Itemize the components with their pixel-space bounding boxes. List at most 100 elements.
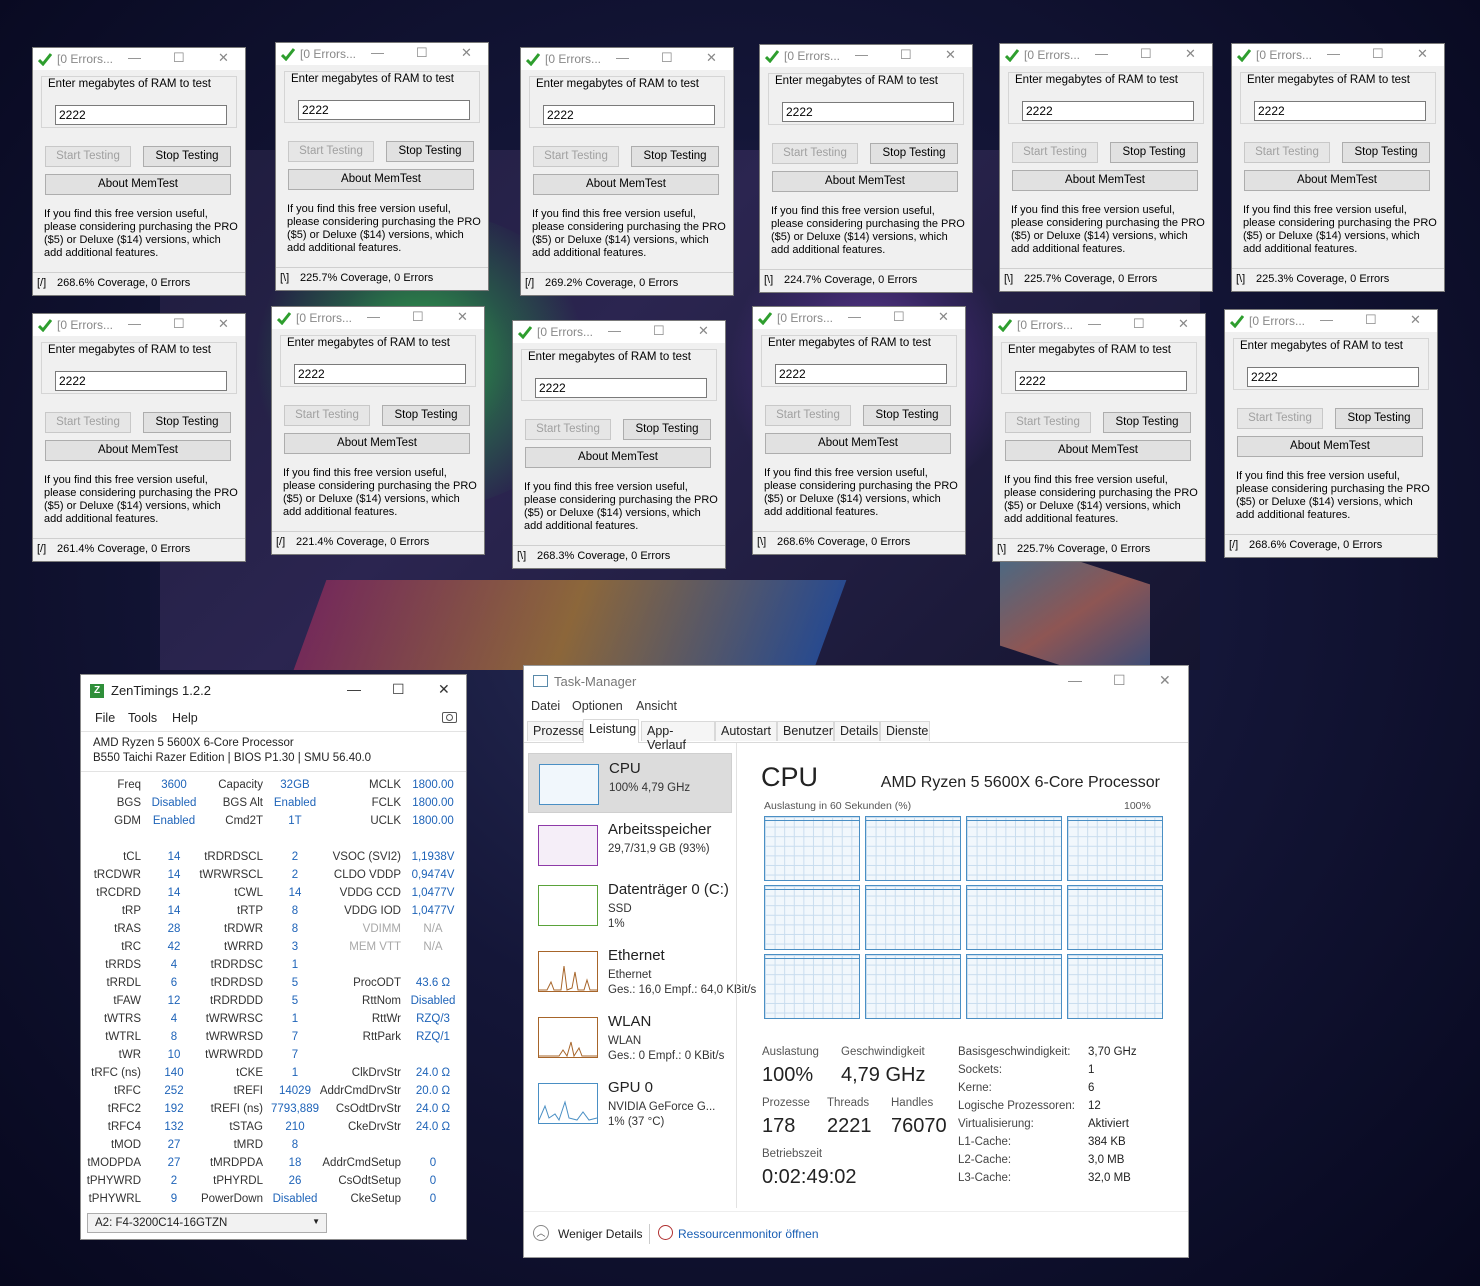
about-memtest-button[interactable]: About MemTest — [1237, 436, 1423, 457]
memtest-window[interactable]: [0 Errors... — ☐ ✕ Enter megabytes of RA… — [271, 306, 485, 555]
memtest-window[interactable]: [0 Errors... — ☐ ✕ Enter megabytes of RA… — [752, 306, 966, 555]
tab-dienste[interactable]: Dienste — [880, 721, 930, 741]
about-memtest-button[interactable]: About MemTest — [765, 433, 951, 454]
title-bar[interactable]: [0 Errors... — ☐ ✕ — [276, 43, 488, 65]
tab-autostart[interactable]: Autostart — [715, 721, 777, 741]
maximize-icon[interactable]: ☐ — [900, 47, 912, 63]
maximize-icon[interactable]: ☐ — [661, 50, 673, 66]
title-bar[interactable]: [0 Errors... — ☐ ✕ — [272, 307, 484, 329]
maximize-icon[interactable]: ☐ — [893, 309, 905, 325]
memtest-window[interactable]: [0 Errors... — ☐ ✕ Enter megabytes of RA… — [759, 44, 973, 293]
menu-help[interactable]: Help — [172, 711, 198, 725]
memtest-window[interactable]: [0 Errors... — ☐ ✕ Enter megabytes of RA… — [512, 320, 726, 569]
start-testing-button[interactable]: Start Testing — [284, 405, 370, 426]
sidebar-item-ethernet[interactable]: Ethernet Ethernet Ges.: 16,0 Empf.: 64,0… — [528, 941, 756, 1001]
ram-input[interactable]: 2222 — [1015, 371, 1187, 391]
start-testing-button[interactable]: Start Testing — [1244, 142, 1330, 163]
ram-input[interactable]: 2222 — [55, 371, 227, 391]
about-memtest-button[interactable]: About MemTest — [284, 433, 470, 454]
menu-optionen[interactable]: Optionen — [572, 699, 623, 713]
close-icon[interactable]: ✕ — [706, 50, 717, 66]
title-bar[interactable]: [0 Errors... — ☐ ✕ — [33, 48, 245, 70]
maximize-icon[interactable]: ☐ — [173, 50, 185, 66]
zentimings-window[interactable]: Z ZenTimings 1.2.2 — ☐ ✕ File Tools Help… — [80, 674, 467, 1240]
title-bar[interactable]: [0 Errors... — ☐ ✕ — [1225, 310, 1437, 332]
sidebar-item-memory[interactable]: Arbeitsspeicher 29,7/31,9 GB (93%) — [528, 815, 732, 875]
sidebar-item-wlan[interactable]: WLAN WLAN Ges.: 0 Empf.: 0 KBit/s — [528, 1007, 732, 1067]
minimize-icon[interactable]: — — [128, 50, 141, 65]
sidebar-item-cpu[interactable]: CPU 100% 4,79 GHz — [528, 753, 732, 813]
title-bar[interactable]: [0 Errors... — ☐ ✕ — [993, 314, 1205, 336]
maximize-icon[interactable]: ☐ — [173, 316, 185, 332]
minimize-icon[interactable]: — — [367, 309, 380, 324]
start-testing-button[interactable]: Start Testing — [525, 419, 611, 440]
minimize-icon[interactable]: — — [1095, 46, 1108, 61]
title-bar[interactable]: [0 Errors... — ☐ ✕ — [1000, 44, 1212, 66]
minimize-icon[interactable]: — — [848, 309, 861, 324]
minimize-icon[interactable]: — — [128, 316, 141, 331]
close-icon[interactable]: ✕ — [457, 309, 468, 325]
minimize-icon[interactable]: — — [347, 681, 361, 697]
stop-testing-button[interactable]: Stop Testing — [1335, 408, 1423, 429]
title-bar[interactable]: [0 Errors... — ☐ ✕ — [521, 48, 733, 70]
close-icon[interactable]: ✕ — [938, 309, 949, 325]
stop-testing-button[interactable]: Stop Testing — [1103, 412, 1191, 433]
about-memtest-button[interactable]: About MemTest — [45, 440, 231, 461]
close-icon[interactable]: ✕ — [461, 45, 472, 61]
close-icon[interactable]: ✕ — [438, 681, 450, 698]
close-icon[interactable]: ✕ — [698, 323, 709, 339]
minimize-icon[interactable]: — — [1327, 46, 1340, 61]
tab-details[interactable]: Details — [834, 721, 880, 741]
start-testing-button[interactable]: Start Testing — [765, 405, 851, 426]
start-testing-button[interactable]: Start Testing — [45, 146, 131, 167]
minimize-icon[interactable]: — — [608, 323, 621, 338]
ram-input[interactable]: 2222 — [543, 105, 715, 125]
about-memtest-button[interactable]: About MemTest — [288, 169, 474, 190]
dimm-select[interactable]: A2: F4-3200C14-16GTZN ▼ — [87, 1213, 327, 1233]
memtest-window[interactable]: [0 Errors... — ☐ ✕ Enter megabytes of RA… — [1224, 309, 1438, 558]
maximize-icon[interactable]: ☐ — [412, 309, 424, 325]
minimize-icon[interactable]: — — [855, 47, 868, 62]
minimize-icon[interactable]: — — [1068, 672, 1082, 688]
task-manager-window[interactable]: Task-Manager — ☐ ✕ Datei Optionen Ansich… — [523, 665, 1189, 1258]
ram-input[interactable]: 2222 — [1247, 367, 1419, 387]
ram-input[interactable]: 2222 — [55, 105, 227, 125]
close-icon[interactable]: ✕ — [218, 50, 229, 66]
start-testing-button[interactable]: Start Testing — [772, 143, 858, 164]
stop-testing-button[interactable]: Stop Testing — [143, 412, 231, 433]
stop-testing-button[interactable]: Stop Testing — [870, 143, 958, 164]
close-icon[interactable]: ✕ — [1185, 46, 1196, 62]
memtest-window[interactable]: [0 Errors... — ☐ ✕ Enter megabytes of RA… — [275, 42, 489, 291]
stop-testing-button[interactable]: Stop Testing — [1342, 142, 1430, 163]
about-memtest-button[interactable]: About MemTest — [772, 171, 958, 192]
close-icon[interactable]: ✕ — [218, 316, 229, 332]
ram-input[interactable]: 2222 — [775, 364, 947, 384]
minimize-icon[interactable]: — — [616, 50, 629, 65]
tab-leistung[interactable]: Leistung — [583, 719, 639, 743]
about-memtest-button[interactable]: About MemTest — [533, 174, 719, 195]
menu-tools[interactable]: Tools — [128, 711, 157, 725]
close-icon[interactable]: ✕ — [1178, 316, 1189, 332]
maximize-icon[interactable]: ☐ — [653, 323, 665, 339]
menu-datei[interactable]: Datei — [531, 699, 560, 713]
maximize-icon[interactable]: ☐ — [1140, 46, 1152, 62]
stop-testing-button[interactable]: Stop Testing — [143, 146, 231, 167]
memtest-window[interactable]: [0 Errors... — ☐ ✕ Enter megabytes of RA… — [520, 47, 734, 296]
menu-ansicht[interactable]: Ansicht — [636, 699, 677, 713]
start-testing-button[interactable]: Start Testing — [45, 412, 131, 433]
start-testing-button[interactable]: Start Testing — [288, 141, 374, 162]
about-memtest-button[interactable]: About MemTest — [525, 447, 711, 468]
start-testing-button[interactable]: Start Testing — [533, 146, 619, 167]
start-testing-button[interactable]: Start Testing — [1237, 408, 1323, 429]
minimize-icon[interactable]: — — [371, 45, 384, 60]
ram-input[interactable]: 2222 — [535, 378, 707, 398]
resource-monitor-link[interactable]: Ressourcenmonitor öffnen — [678, 1227, 819, 1241]
fewer-details-button[interactable]: Weniger Details — [558, 1227, 642, 1241]
about-memtest-button[interactable]: About MemTest — [1244, 170, 1430, 191]
stop-testing-button[interactable]: Stop Testing — [623, 419, 711, 440]
stop-testing-button[interactable]: Stop Testing — [631, 146, 719, 167]
close-icon[interactable]: ✕ — [945, 47, 956, 63]
about-memtest-button[interactable]: About MemTest — [1012, 170, 1198, 191]
close-icon[interactable]: ✕ — [1159, 672, 1171, 689]
memtest-window[interactable]: [0 Errors... — ☐ ✕ Enter megabytes of RA… — [999, 43, 1213, 292]
